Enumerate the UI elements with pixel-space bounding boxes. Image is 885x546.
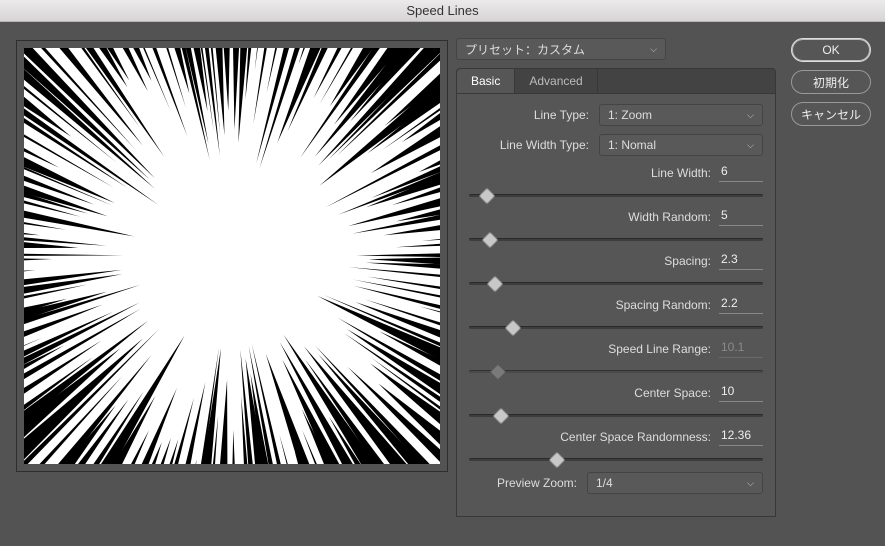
chevron-down-icon: ⌵ xyxy=(747,140,754,151)
tab-bar: Basic Advanced xyxy=(456,68,776,94)
reset-button[interactable]: 初期化 xyxy=(791,70,871,94)
chevron-down-icon: ⌵ xyxy=(650,44,657,55)
line-width-type-label: Line Width Type: xyxy=(469,138,599,152)
tab-basic[interactable]: Basic xyxy=(457,69,515,93)
line-width-type-value: 1: Nomal xyxy=(608,138,656,152)
spacingRandom-value[interactable]: 2.2 xyxy=(719,296,763,314)
tab-advanced[interactable]: Advanced xyxy=(515,69,597,93)
ok-button[interactable]: OK xyxy=(791,38,871,62)
cancel-button[interactable]: キャンセル xyxy=(791,102,871,126)
widthRandom-value[interactable]: 5 xyxy=(719,208,763,226)
lineWidth-value[interactable]: 6 xyxy=(719,164,763,182)
dialog-buttons: OK 初期化 キャンセル xyxy=(791,38,871,126)
spacingRandom-slider[interactable] xyxy=(469,320,763,334)
preview-zoom-dropdown[interactable]: 1/4 ⌵ xyxy=(587,472,763,494)
preview-frame xyxy=(16,40,448,472)
centerSpace-label: Center Space: xyxy=(634,386,719,400)
controls-panel: プリセット：カスタム ⌵ Basic Advanced Line Type: 1… xyxy=(456,38,776,517)
speedLineRange-slider xyxy=(469,364,763,378)
chevron-down-icon: ⌵ xyxy=(747,110,754,121)
preview-zoom-label: Preview Zoom: xyxy=(469,476,587,490)
spacing-slider[interactable] xyxy=(469,276,763,290)
dialog-content: プリセット：カスタム ⌵ Basic Advanced Line Type: 1… xyxy=(0,22,885,546)
centerSpaceRandomness-value[interactable]: 12.36 xyxy=(719,428,763,446)
speedLineRange-value: 10.1 xyxy=(719,340,763,358)
spacingRandom-label: Spacing Random: xyxy=(616,298,719,312)
preview-canvas xyxy=(24,48,440,464)
window-title: Speed Lines xyxy=(0,0,885,22)
centerSpace-slider[interactable] xyxy=(469,408,763,422)
chevron-down-icon: ⌵ xyxy=(747,478,754,489)
preview-zoom-value: 1/4 xyxy=(596,476,613,490)
basic-panel: Line Type: 1: Zoom ⌵ Line Width Type: 1:… xyxy=(456,94,776,517)
preset-dropdown[interactable]: プリセット：カスタム ⌵ xyxy=(456,38,666,60)
speedLineRange-label: Speed Line Range: xyxy=(608,342,719,356)
line-type-label: Line Type: xyxy=(469,108,599,122)
widthRandom-slider[interactable] xyxy=(469,232,763,246)
spacing-label: Spacing: xyxy=(664,254,719,268)
lineWidth-label: Line Width: xyxy=(651,166,719,180)
centerSpaceRandomness-slider[interactable] xyxy=(469,452,763,466)
centerSpace-value[interactable]: 10 xyxy=(719,384,763,402)
lineWidth-slider[interactable] xyxy=(469,188,763,202)
widthRandom-label: Width Random: xyxy=(628,210,719,224)
centerSpaceRandomness-label: Center Space Randomness: xyxy=(560,430,719,444)
line-type-value: 1: Zoom xyxy=(608,108,652,122)
spacing-value[interactable]: 2.3 xyxy=(719,252,763,270)
line-type-dropdown[interactable]: 1: Zoom ⌵ xyxy=(599,104,763,126)
preset-value: プリセット：カスタム xyxy=(465,41,585,58)
line-width-type-dropdown[interactable]: 1: Nomal ⌵ xyxy=(599,134,763,156)
